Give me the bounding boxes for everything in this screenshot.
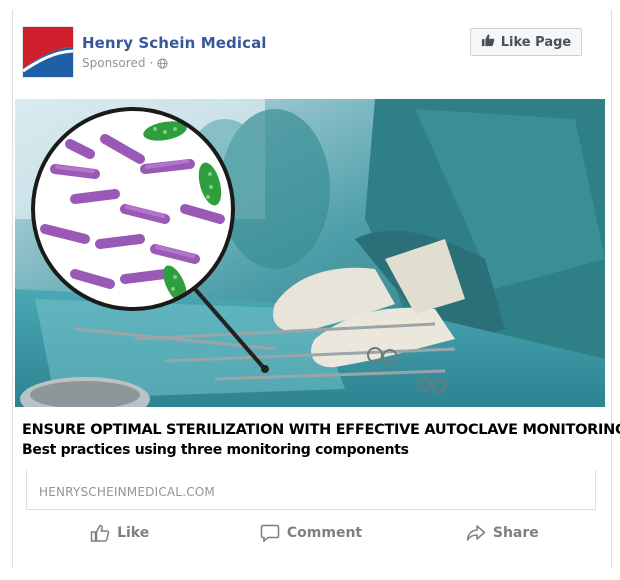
- ad-subheadline[interactable]: Best practices using three monitoring co…: [22, 442, 409, 458]
- comment-button[interactable]: Comment: [215, 518, 406, 548]
- globe-icon: [157, 57, 168, 69]
- sponsored-row: Sponsored ·: [82, 56, 168, 70]
- page-name-link[interactable]: Henry Schein Medical: [82, 34, 267, 52]
- sponsored-label[interactable]: Sponsored: [82, 56, 145, 70]
- post-header: Henry Schein Medical Sponsored · Like Pa…: [22, 26, 592, 86]
- ad-headline[interactable]: ENSURE OPTIMAL STERILIZATION WITH EFFECT…: [22, 422, 620, 438]
- comment-icon: [260, 524, 280, 542]
- thumbs-up-outline-icon: [90, 524, 110, 542]
- separator-dot: ·: [149, 56, 154, 70]
- like-page-button[interactable]: Like Page: [470, 28, 582, 56]
- comment-label: Comment: [286, 525, 363, 541]
- link-preview-box[interactable]: HENRYSCHEINMEDICAL.COM: [26, 470, 596, 510]
- share-label: Share: [492, 525, 539, 541]
- thumbs-up-icon: [481, 33, 495, 51]
- henry-schein-logo[interactable]: [22, 26, 74, 78]
- share-arrow-icon: [466, 524, 486, 542]
- post-actions-bar: Like Comment Share: [24, 518, 598, 548]
- share-button[interactable]: Share: [407, 518, 598, 548]
- like-label: Like: [117, 525, 150, 541]
- like-button[interactable]: Like: [24, 518, 215, 548]
- link-domain: HENRYSCHEINMEDICAL.COM: [39, 485, 215, 499]
- ad-hero-image[interactable]: [15, 99, 605, 407]
- like-page-label: Like Page: [500, 34, 572, 50]
